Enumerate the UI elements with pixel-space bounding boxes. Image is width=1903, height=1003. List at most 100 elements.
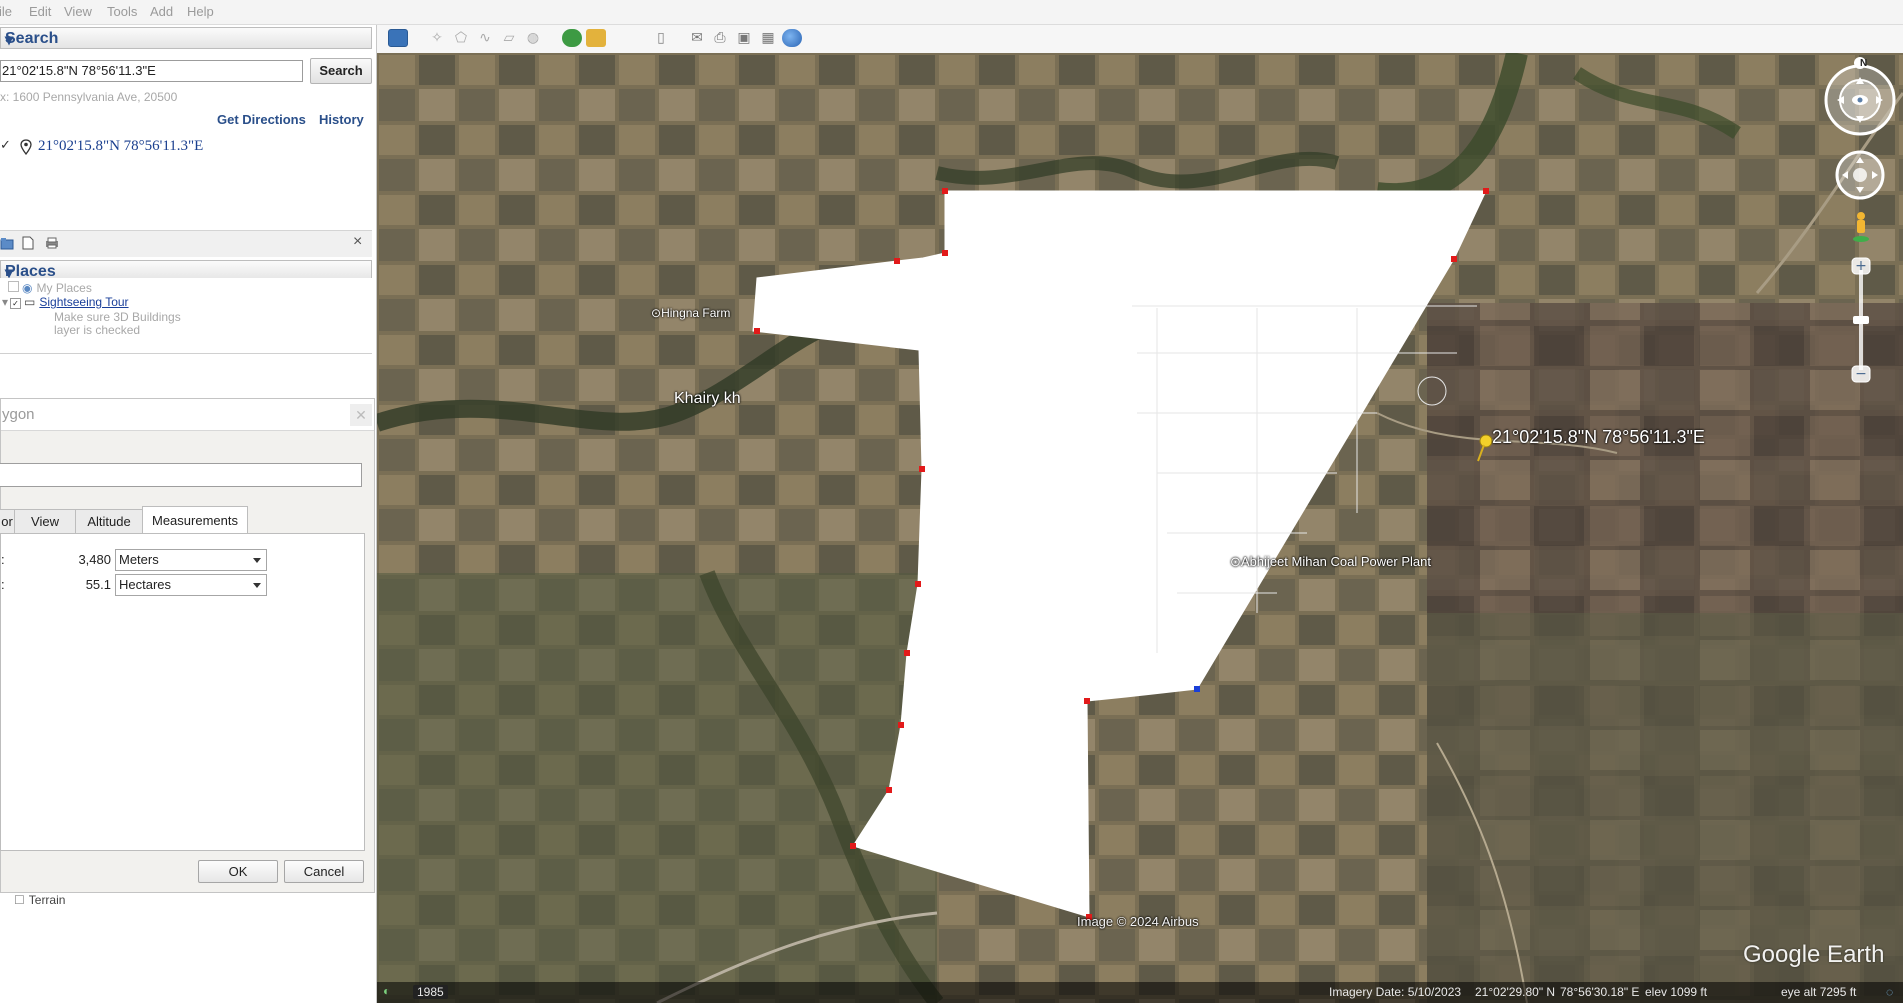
checkbox-icon[interactable]: ☐ xyxy=(14,893,25,907)
tour-description-2: layer is checked xyxy=(54,323,141,337)
folder-icon: ▭ xyxy=(24,295,36,309)
save-image-icon[interactable]: ▣ xyxy=(734,29,754,47)
dropdown-arrow-icon xyxy=(253,583,261,588)
name-input[interactable] xyxy=(0,463,362,487)
area-label: : xyxy=(1,577,5,592)
main-toolbar: ✧ ⬠ ∿ ▱ ◍ ▯ ✉ ⎙ ▣ ▦ xyxy=(377,25,1903,54)
tree-item-my-places[interactable]: ◉ My Places xyxy=(8,281,92,295)
tab-altitude[interactable]: Altitude xyxy=(75,509,143,533)
search-button[interactable]: Search xyxy=(310,58,372,84)
search-header-label: Search xyxy=(5,30,59,47)
google-earth-logo: Google Earth xyxy=(1743,941,1885,968)
menu-help[interactable]: Help xyxy=(187,4,214,19)
search-result-text: 21°02'15.8"N 78°56'11.3"E xyxy=(38,138,204,154)
polygon-icon[interactable]: ⬠ xyxy=(451,29,471,47)
menu-edit[interactable]: Edit xyxy=(29,4,51,19)
new-document-icon[interactable] xyxy=(22,236,34,250)
cursor-latitude: 21°02'29.80" N xyxy=(1475,985,1556,999)
checkbox[interactable]: ✓ xyxy=(10,298,22,309)
area-value: 55.1 xyxy=(85,577,111,592)
yellow-pushpin-icon[interactable] xyxy=(1474,433,1494,463)
placemark-icon[interactable]: ✧ xyxy=(427,29,447,47)
menu-add[interactable]: Add xyxy=(150,4,173,19)
sunlight-icon[interactable] xyxy=(586,29,606,47)
polygon-properties-dialog: ygon ✕ or View Altitude Measurements : 3… xyxy=(0,398,375,893)
perimeter-value: 3,480 xyxy=(78,552,111,567)
perimeter-label: : xyxy=(1,552,5,567)
view-in-maps-icon[interactable]: ▦ xyxy=(758,29,778,47)
ok-button[interactable]: OK xyxy=(198,860,278,883)
map-label-village[interactable]: Khairy kh xyxy=(674,390,741,408)
map-label-power-plant[interactable]: ⊙Abhijeet Mihan Coal Power Plant xyxy=(1230,554,1431,570)
layer-item-label: Terrain xyxy=(28,893,66,907)
measurements-panel: : 3,480 Meters : 55.1 Hectares xyxy=(0,533,365,851)
image-overlay-icon[interactable]: ▱ xyxy=(499,29,519,47)
expand-icon[interactable]: ▾ xyxy=(2,295,8,309)
history-link[interactable]: History xyxy=(319,112,364,127)
record-tour-icon[interactable]: ◍ xyxy=(523,29,543,47)
tour-description: Make sure 3D Buildings xyxy=(54,310,181,324)
map-label-farm-text: Hingna Farm xyxy=(661,306,731,320)
search-hint: x: 1600 Pennsylvania Ave, 20500 xyxy=(0,90,178,104)
cancel-button[interactable]: Cancel xyxy=(284,860,364,883)
path-icon[interactable]: ∿ xyxy=(475,29,495,47)
satellite-imagery xyxy=(377,53,1903,1003)
search-input[interactable]: 21°02'15.8"N 78°56'11.3"E xyxy=(0,60,303,82)
print-icon[interactable] xyxy=(45,237,59,249)
compass-control[interactable] xyxy=(1821,57,1899,137)
checkbox[interactable] xyxy=(8,281,19,292)
map-label-farm[interactable]: ⊙Hingna Farm xyxy=(651,306,730,320)
year-badge[interactable]: 1985 xyxy=(413,985,448,999)
perimeter-unit-value: Meters xyxy=(119,552,159,567)
email-icon[interactable]: ✉ xyxy=(687,29,707,47)
get-directions-link[interactable]: Get Directions xyxy=(217,112,306,127)
historical-imagery-icon[interactable]: ◐ xyxy=(383,984,390,998)
sidebar-toggle-icon[interactable] xyxy=(388,29,408,47)
imagery-date: Imagery Date: 5/10/2023 xyxy=(1329,985,1462,999)
dialog-title: ygon xyxy=(2,406,35,423)
perimeter-unit-select[interactable]: Meters xyxy=(115,549,267,571)
tree-item-label[interactable]: Sightseeing Tour xyxy=(39,295,128,309)
pan-control[interactable] xyxy=(1834,149,1886,201)
area-unit-select[interactable]: Hectares xyxy=(115,574,267,596)
historical-imagery-icon[interactable] xyxy=(562,29,582,47)
tab-color[interactable]: or xyxy=(0,509,15,533)
svg-text:−: − xyxy=(1855,366,1867,382)
map-label-plant-text: Abhijeet Mihan Coal Power Plant xyxy=(1240,554,1431,569)
map-view[interactable]: ⊙Hingna Farm Khairy kh ⊙Abhijeet Mihan C… xyxy=(377,53,1903,1003)
map-label-pin[interactable]: 21°02'15.8"N 78°56'11.3"E xyxy=(1492,427,1705,448)
dropdown-arrow-icon xyxy=(253,558,261,563)
svg-text:+: + xyxy=(1855,258,1867,274)
dialog-close-icon[interactable]: ✕ xyxy=(350,404,372,426)
elevation: elev 1099 ft xyxy=(1645,985,1708,999)
menu-file[interactable]: ile xyxy=(0,4,12,19)
eye-altitude: eye alt 7295 ft xyxy=(1781,985,1857,999)
loading-indicator-icon: ◌ xyxy=(1886,985,1894,999)
place-marker-icon: ⊙ xyxy=(651,306,662,320)
compass-north-label: N xyxy=(1860,58,1868,69)
menu-tools[interactable]: Tools xyxy=(107,4,137,19)
cursor-longitude: 78°56'30.18" E xyxy=(1560,985,1640,999)
area-unit-value: Hectares xyxy=(119,577,172,592)
earth-icon: ◉ xyxy=(22,281,33,295)
menu-bar: ile Edit View Tools Add Help xyxy=(0,0,1903,25)
tree-item-sightseeing-tour[interactable]: ▾ ✓ ▭ Sightseeing Tour xyxy=(2,295,129,309)
dialog-title-bar[interactable]: ygon ✕ xyxy=(1,399,374,431)
print-icon[interactable]: ⎙ xyxy=(710,29,730,47)
location-pin-icon xyxy=(20,139,32,155)
image-credit: Image © 2024 Airbus xyxy=(1077,914,1199,929)
tab-measurements[interactable]: Measurements xyxy=(142,506,248,534)
zoom-slider[interactable]: + − xyxy=(1850,256,1872,384)
layer-item-terrain[interactable]: ☐ Terrain xyxy=(14,893,65,907)
status-bar: ◐ 1985 Imagery Date: 5/10/2023 21°02'29.… xyxy=(377,982,1903,1003)
ruler-icon[interactable]: ▯ xyxy=(651,29,671,47)
earth-icon[interactable] xyxy=(782,29,802,47)
place-marker-icon: ⊙ xyxy=(1230,554,1241,569)
menu-view[interactable]: View xyxy=(64,4,92,19)
checkmark-icon: ✓ xyxy=(0,138,11,153)
close-icon[interactable]: × xyxy=(353,233,362,251)
tab-view[interactable]: View xyxy=(14,509,76,533)
search-header[interactable]: ▾ Search xyxy=(0,27,372,49)
street-view-pegman-icon[interactable] xyxy=(1852,211,1870,243)
add-folder-icon[interactable] xyxy=(0,237,14,250)
